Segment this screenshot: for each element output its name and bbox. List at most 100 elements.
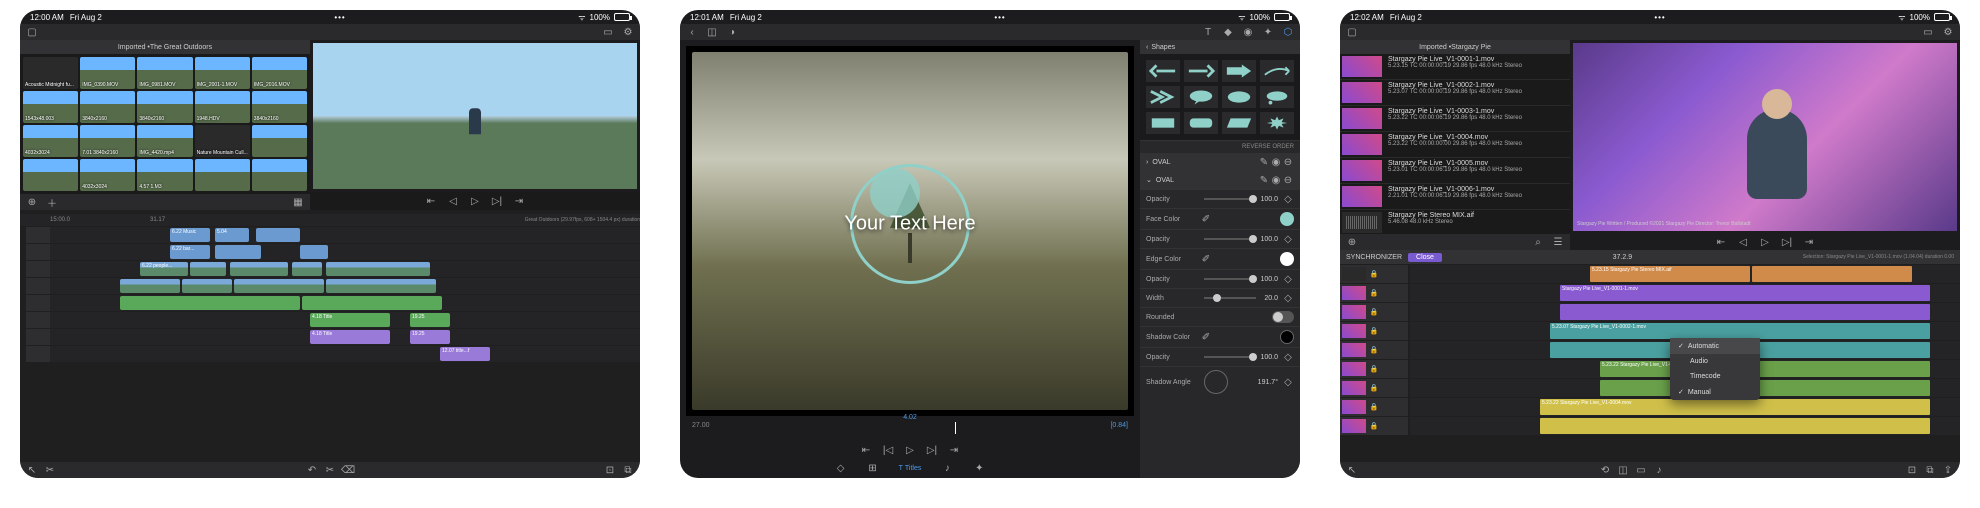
- layer-oval-1[interactable]: ›OVAL✎◉⊖: [1140, 153, 1300, 171]
- face-color-row[interactable]: Face Color✐: [1140, 208, 1300, 229]
- layer-oval-2[interactable]: ⌄OVAL✎◉⊖: [1140, 171, 1300, 189]
- search-icon[interactable]: ⌕: [1532, 236, 1544, 248]
- keyframe-icon[interactable]: ◇: [1282, 273, 1294, 285]
- mode1-icon[interactable]: ◫: [1617, 464, 1629, 476]
- speech-bubble-shape[interactable]: [1184, 86, 1218, 108]
- settings-icon[interactable]: ⚙: [622, 26, 634, 38]
- visible-icon[interactable]: ◉: [1270, 174, 1282, 186]
- snapping-icon[interactable]: ⧉: [622, 464, 634, 476]
- cut-icon[interactable]: ✂: [324, 464, 336, 476]
- lock-icon[interactable]: 🔒: [1368, 344, 1380, 356]
- timeline-clip[interactable]: 19.25: [410, 313, 450, 327]
- sync-track[interactable]: 🔒: [1410, 303, 1960, 321]
- media-thumb[interactable]: IMG_4420.mp4: [137, 125, 192, 157]
- filter-icon[interactable]: ⊕: [1346, 236, 1358, 248]
- rect-shape[interactable]: [1146, 112, 1180, 134]
- layers-icon[interactable]: ◫: [706, 26, 718, 38]
- timeline-clip[interactable]: [182, 279, 232, 293]
- zoom-fit-icon[interactable]: ⊡: [604, 464, 616, 476]
- angle-dial[interactable]: [1204, 370, 1228, 394]
- rounded-rect-shape[interactable]: [1184, 112, 1218, 134]
- color-icon[interactable]: ◉: [1242, 26, 1254, 38]
- timeline-clip[interactable]: [300, 245, 328, 259]
- lock-icon[interactable]: 🔒: [1368, 287, 1380, 299]
- menu-automatic[interactable]: ✓Automatic: [1670, 338, 1760, 354]
- track-header[interactable]: 🔒: [1340, 284, 1408, 302]
- goto-start-icon[interactable]: ⇤: [1715, 236, 1727, 248]
- timeline[interactable]: 15:00.031.17Great Outdoors (29.97fps, 60…: [20, 210, 640, 462]
- timeline-clip[interactable]: [292, 262, 322, 276]
- keyframe-icon[interactable]: ◇: [1282, 193, 1294, 205]
- visible-icon[interactable]: ◉: [1270, 156, 1282, 168]
- close-button[interactable]: Close: [1408, 253, 1442, 262]
- media-thumb[interactable]: 4032x3024: [23, 125, 78, 157]
- rounded-row[interactable]: Rounded: [1140, 307, 1300, 326]
- menu-timecode[interactable]: Timecode: [1670, 369, 1760, 384]
- timeline-track[interactable]: 6.22 bar...: [26, 244, 640, 260]
- clip-list-item[interactable]: Stargazy Pie Stereo MIX.aif5.46.08 48.0 …: [1340, 210, 1570, 234]
- clip-list-item[interactable]: Stargazy Pie Live_V1-0002-1.mov5.23.07 T…: [1340, 80, 1570, 106]
- oval-shape-btn[interactable]: [1222, 86, 1256, 108]
- play-icon[interactable]: ▷: [469, 195, 481, 207]
- goto-end-icon[interactable]: ⇥: [1803, 236, 1815, 248]
- media-thumb[interactable]: 7.01 3840x2160: [80, 125, 135, 157]
- sync-clip[interactable]: Stargazy Pie Live_V1-0001-1.mov: [1560, 285, 1930, 301]
- opacity2-row[interactable]: Opacity100.0◇: [1140, 229, 1300, 248]
- media-thumb[interactable]: 4.57 1.M3: [137, 159, 192, 191]
- scrubber[interactable]: 27.00 [0.84] 4.02: [686, 422, 1134, 442]
- sync-track[interactable]: 🔒Stargazy Pie Live_V1-0001-1.mov: [1410, 284, 1960, 302]
- keyframe-icon[interactable]: ◇: [1282, 376, 1294, 388]
- prev-frame-icon[interactable]: ◁: [1737, 236, 1749, 248]
- timeline-clip[interactable]: [256, 228, 300, 242]
- filter-icon[interactable]: ⊕: [26, 196, 38, 208]
- shape-icon[interactable]: ◆: [1222, 26, 1234, 38]
- clip-list-item[interactable]: Stargazy Pie Live_V1-0006-1.mov2.21.01 T…: [1340, 184, 1570, 210]
- timeline-clip[interactable]: [302, 296, 442, 310]
- fx-icon[interactable]: ✦: [1262, 26, 1274, 38]
- parallelogram-shape[interactable]: [1222, 112, 1256, 134]
- opacity-slider[interactable]: [1204, 278, 1252, 280]
- back-icon[interactable]: ‹: [686, 26, 698, 38]
- timeline-track[interactable]: 6.22 Music5.04: [26, 227, 640, 243]
- sync-clip[interactable]: [1600, 380, 1930, 396]
- lock-icon[interactable]: 🔒: [1368, 325, 1380, 337]
- sync-clip[interactable]: [1540, 418, 1930, 434]
- edge-color-row[interactable]: Edge Color✐: [1140, 248, 1300, 269]
- timeline-clip[interactable]: [230, 262, 288, 276]
- media-thumb[interactable]: 4032x3024: [80, 159, 135, 191]
- track-header[interactable]: 🔒: [1340, 379, 1408, 397]
- lock-icon[interactable]: 🔒: [1368, 420, 1380, 432]
- edge-swatch[interactable]: [1280, 252, 1294, 266]
- opacity3-row[interactable]: Opacity100.0◇: [1140, 269, 1300, 288]
- delete-icon[interactable]: ⊖: [1282, 156, 1294, 168]
- width-row[interactable]: Width20.0◇: [1140, 288, 1300, 307]
- clip-list-item[interactable]: Stargazy Pie Live_V1-0005.mov5.23.01 TC …: [1340, 158, 1570, 184]
- next-frame-icon[interactable]: ▷|: [491, 195, 503, 207]
- timeline-track[interactable]: 12.07 title...f: [26, 346, 640, 362]
- undo-icon[interactable]: ↶: [306, 464, 318, 476]
- play-icon[interactable]: ▷: [904, 444, 916, 456]
- track-header[interactable]: 🔒: [1340, 341, 1408, 359]
- track-header[interactable]: 🔒: [1340, 265, 1408, 283]
- timeline-clip[interactable]: [215, 245, 261, 259]
- track-header[interactable]: 🔒: [1340, 398, 1408, 416]
- adjust-icon[interactable]: ⬡: [1282, 26, 1294, 38]
- multitask-dots-icon[interactable]: •••: [994, 13, 1005, 22]
- clip-list-item[interactable]: Stargazy Pie Live_V1-0003-1.mov5.23.22 T…: [1340, 106, 1570, 132]
- timeline-clip[interactable]: 4.18 Title: [310, 330, 390, 344]
- timeline-track[interactable]: 6.22 people...: [26, 261, 640, 277]
- clip-list-item[interactable]: Stargazy Pie Live_V1-0001-1.mov5.23.15 T…: [1340, 54, 1570, 80]
- timeline-clip[interactable]: 19.25: [410, 330, 450, 344]
- lock-icon[interactable]: 🔒: [1368, 382, 1380, 394]
- opacity-slider[interactable]: [1204, 238, 1252, 240]
- track-header[interactable]: 🔒: [1340, 303, 1408, 321]
- title-text[interactable]: Your Text Here: [844, 212, 975, 235]
- arrow-swoosh-shape[interactable]: [1260, 60, 1294, 82]
- mode2-icon[interactable]: ▭: [1635, 464, 1647, 476]
- lock-icon[interactable]: 🔒: [1368, 306, 1380, 318]
- media-thumb[interactable]: 1543x48.003: [23, 91, 78, 123]
- goto-end-icon[interactable]: ⇥: [513, 195, 525, 207]
- shadow-swatch[interactable]: [1280, 330, 1294, 344]
- media-thumb[interactable]: IMG_0390.MOV: [80, 57, 135, 89]
- opacity-row[interactable]: Opacity100.0◇: [1140, 189, 1300, 208]
